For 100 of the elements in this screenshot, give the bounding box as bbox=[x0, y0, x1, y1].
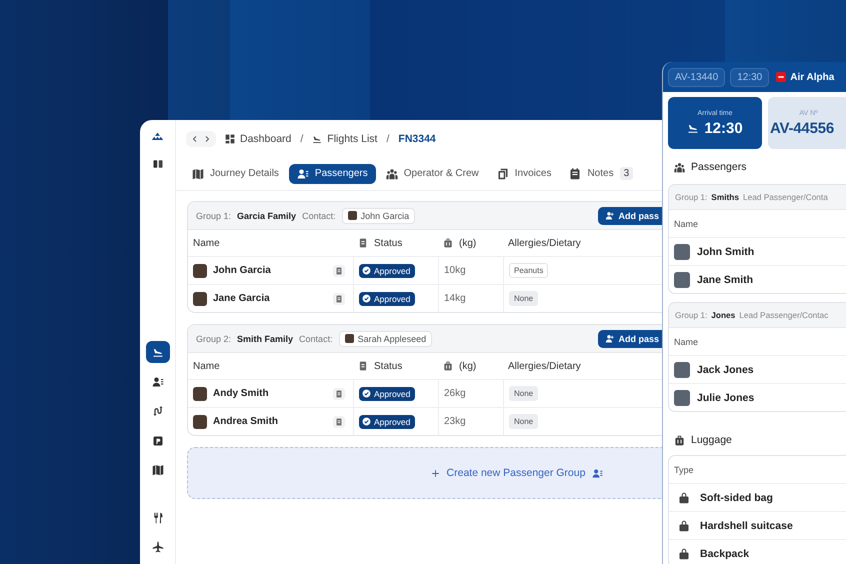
check-circle-icon bbox=[362, 389, 371, 398]
tab[interactable]: Notes 3 bbox=[561, 163, 642, 184]
group-name: Garcia Family bbox=[237, 210, 296, 220]
allergy-tag: Peanuts bbox=[509, 263, 548, 278]
column-header: Name bbox=[193, 238, 220, 248]
airline-logo-icon bbox=[776, 72, 786, 82]
landing-plane-icon bbox=[687, 122, 700, 134]
passenger-name: Andrea Smith bbox=[213, 416, 280, 427]
column-header: Allergies/Dietary bbox=[508, 238, 581, 248]
airline-name: Air Alpha bbox=[776, 72, 834, 82]
tab[interactable]: Passengers bbox=[288, 164, 376, 184]
status-badge: Approved bbox=[359, 386, 416, 400]
route-icon bbox=[152, 405, 164, 417]
user-plus-icon bbox=[605, 211, 614, 220]
tab[interactable]: Journey Details bbox=[184, 164, 287, 184]
landing-plane-icon bbox=[312, 134, 322, 144]
count-badge: 3 bbox=[620, 167, 634, 180]
lead-label: Lead Passenger/Contac bbox=[739, 310, 828, 320]
parking-icon bbox=[152, 434, 164, 446]
column-header: Name bbox=[674, 336, 698, 346]
chevron-left-icon bbox=[191, 134, 199, 142]
dashboard-grid-icon bbox=[225, 134, 235, 144]
flight-number: AV-44556 bbox=[770, 120, 834, 136]
column-header: (kg) bbox=[459, 238, 476, 248]
bag-icon bbox=[678, 492, 690, 504]
column-header: Allergies/Dietary bbox=[508, 360, 581, 372]
luggage-type: Soft-sided bag bbox=[700, 492, 773, 504]
copy-icon bbox=[496, 168, 509, 180]
group-icon bbox=[674, 162, 685, 172]
tab[interactable]: Operator & Crew bbox=[378, 164, 487, 184]
document-icon bbox=[358, 238, 368, 248]
check-circle-icon bbox=[362, 294, 371, 303]
check-circle-icon bbox=[362, 417, 371, 426]
column-header: Type bbox=[674, 464, 694, 474]
avatar bbox=[193, 264, 207, 278]
user-plus-icon bbox=[605, 334, 614, 343]
column-header: Name bbox=[674, 218, 698, 228]
status-badge: Approved bbox=[359, 264, 416, 278]
section-title: Passengers bbox=[691, 161, 746, 173]
group-label: Group 1: bbox=[675, 192, 708, 202]
add-passenger-button[interactable]: Add pass bbox=[598, 206, 662, 224]
allergy-tag: None bbox=[509, 291, 538, 306]
map-icon bbox=[192, 168, 204, 180]
breadcrumb-link[interactable]: Dashboard bbox=[225, 132, 292, 144]
group-label: Group 2: bbox=[196, 334, 232, 344]
luggage-type: Backpack bbox=[700, 548, 750, 560]
document-icon bbox=[335, 266, 343, 274]
sidebar-item[interactable] bbox=[146, 341, 170, 363]
document-button[interactable] bbox=[333, 292, 345, 304]
plus-icon bbox=[430, 468, 440, 478]
flight-chip: AV-13440 bbox=[668, 68, 726, 86]
column-header: (kg) bbox=[459, 360, 476, 372]
section-title: Luggage bbox=[691, 434, 732, 446]
cutlery-icon bbox=[152, 512, 164, 524]
avatar bbox=[193, 292, 207, 306]
document-button[interactable] bbox=[333, 264, 345, 276]
contact-label: Contact: bbox=[299, 334, 333, 344]
group-label: Group 1: bbox=[196, 210, 232, 220]
document-button[interactable] bbox=[333, 416, 345, 428]
luggage-icon bbox=[443, 238, 453, 248]
document-icon bbox=[335, 390, 343, 398]
add-passenger-button[interactable]: Add pass bbox=[598, 330, 662, 348]
user-list-icon bbox=[296, 168, 309, 180]
group-label: Group 1: bbox=[675, 310, 708, 320]
contact-chip: John Garcia bbox=[342, 208, 416, 224]
flight-chip: 12:30 bbox=[730, 68, 770, 86]
check-circle-icon bbox=[362, 266, 371, 275]
luggage-icon bbox=[443, 361, 453, 371]
contact-chip: Sarah Appleseed bbox=[338, 330, 432, 346]
avatar bbox=[674, 272, 690, 288]
bag-icon bbox=[678, 520, 690, 532]
allergy-tag: None bbox=[509, 386, 538, 401]
document-icon bbox=[335, 418, 343, 426]
tab[interactable]: Invoices bbox=[488, 164, 560, 184]
breadcrumb-link[interactable]: Flights List bbox=[312, 132, 378, 144]
plane-icon bbox=[152, 541, 164, 553]
breadcrumb-link[interactable]: FN3344 bbox=[398, 132, 436, 144]
bag-icon bbox=[678, 548, 690, 560]
sidebar-toggle-icon bbox=[152, 158, 164, 170]
avatar bbox=[674, 244, 690, 260]
map-icon bbox=[152, 464, 164, 476]
avatar bbox=[674, 390, 690, 406]
document-button[interactable] bbox=[333, 388, 345, 400]
user-list-icon bbox=[152, 376, 164, 388]
passenger-name: Julie Jones bbox=[697, 392, 754, 404]
passenger-name: Jane Smith bbox=[697, 274, 754, 286]
create-group-button[interactable]: Create new Passenger Group bbox=[187, 447, 662, 499]
luggage-icon bbox=[674, 434, 685, 446]
group-name: Jones bbox=[711, 310, 736, 320]
passenger-name: Jane Garcia bbox=[213, 293, 271, 304]
avatar bbox=[193, 386, 207, 400]
group-name: Smiths bbox=[711, 192, 739, 202]
column-header: Name bbox=[193, 360, 220, 372]
landing-plane-icon bbox=[152, 346, 164, 358]
weight-text: 10kg bbox=[444, 265, 466, 276]
status-badge: Approved bbox=[359, 292, 416, 306]
luggage-type: Hardshell suitcase bbox=[700, 520, 793, 532]
allergy-tag: None bbox=[509, 414, 538, 429]
passenger-name: John Smith bbox=[697, 246, 754, 258]
chevron-right-icon bbox=[203, 134, 211, 142]
